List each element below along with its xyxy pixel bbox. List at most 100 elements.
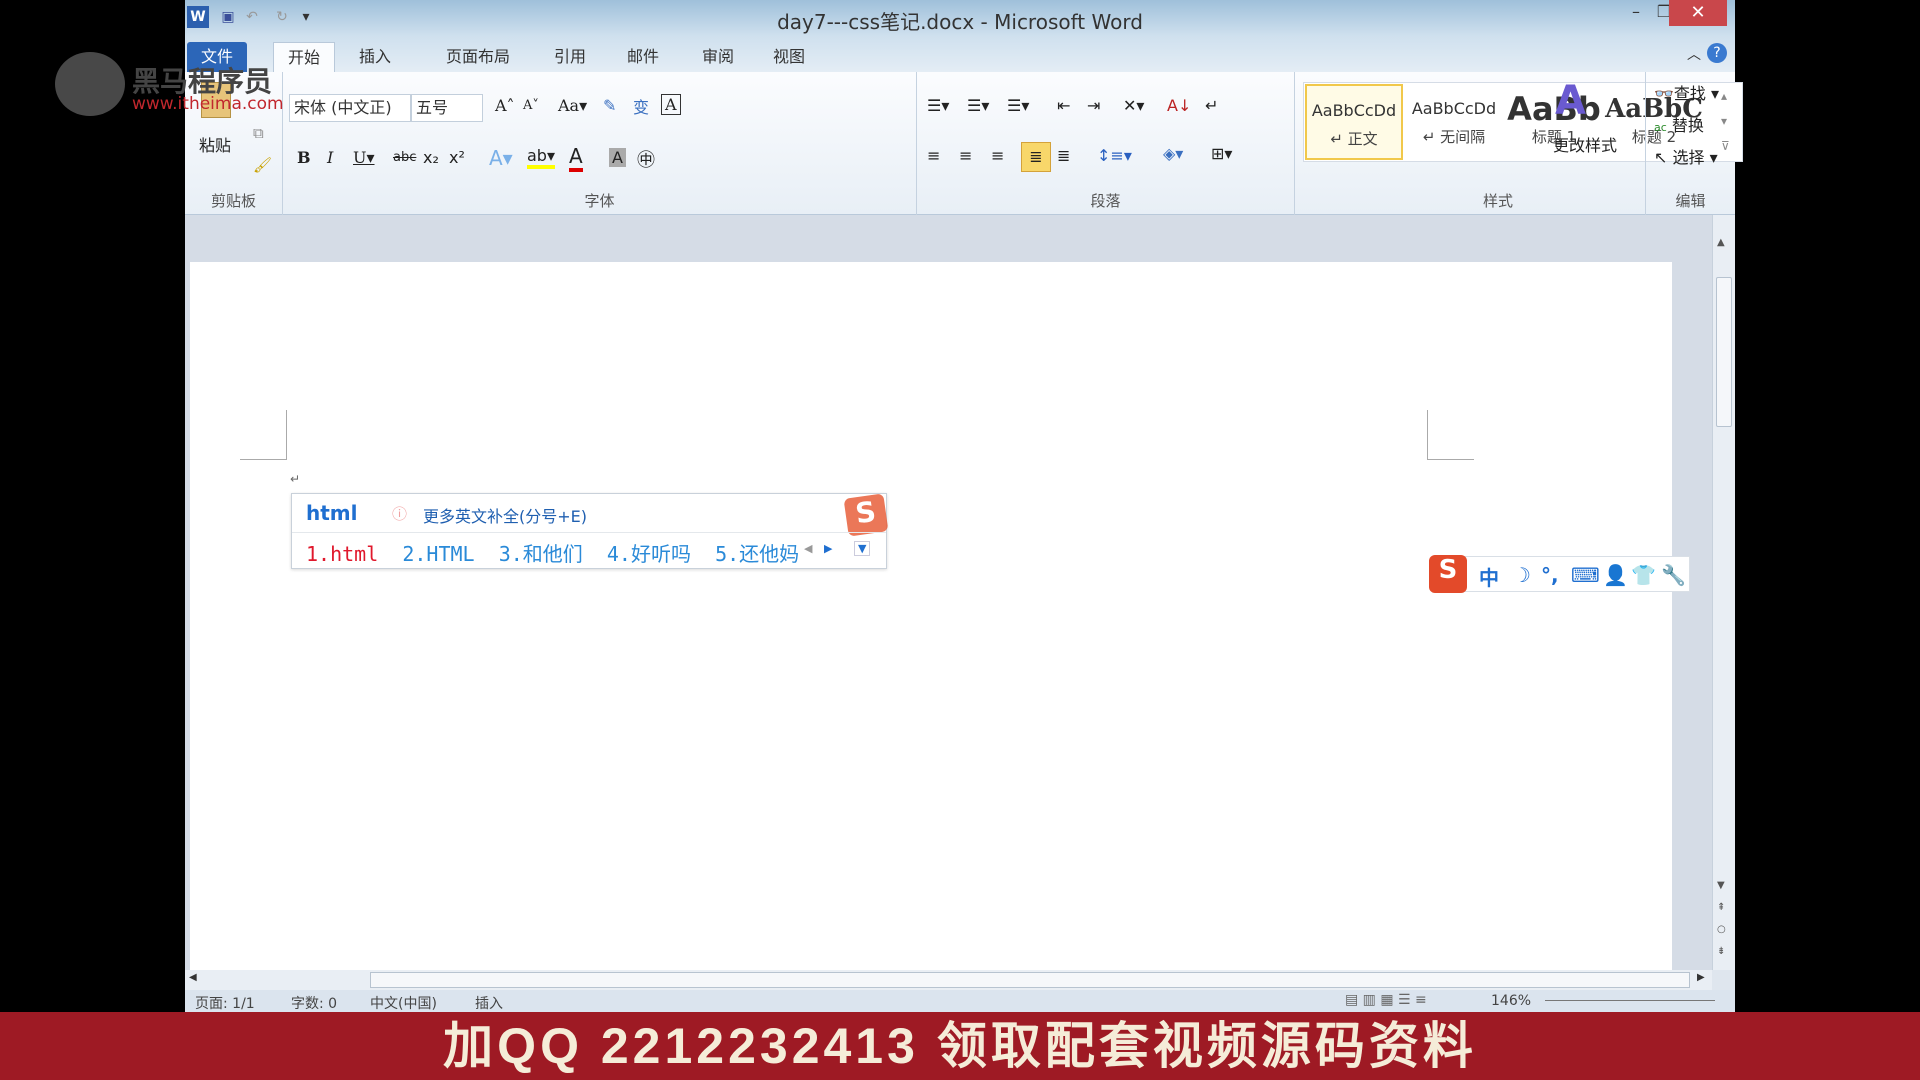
change-styles-button[interactable]: 更改样式 (1553, 132, 1617, 156)
document-page[interactable]: ↵ (190, 262, 1672, 982)
keyboard-icon[interactable]: ⌨ (1571, 563, 1600, 587)
show-marks-icon[interactable]: ↵ (1205, 96, 1218, 115)
settings-wrench-icon[interactable]: 🔧 (1661, 563, 1686, 587)
browse-nav-icons[interactable]: ▼ ⇞ ○ ⇟ (1717, 875, 1726, 963)
align-left-icon[interactable]: ≡ (927, 146, 940, 165)
scroll-left-icon[interactable]: ◀ (189, 972, 197, 983)
tab-references[interactable]: 引用 (540, 42, 600, 72)
grow-font-icon[interactable]: A˄ (495, 96, 515, 115)
tab-view[interactable]: 视图 (759, 42, 819, 72)
shading-icon[interactable]: ◈▾ (1163, 144, 1183, 163)
text-effects-icon[interactable]: A▾ (489, 146, 513, 170)
align-center-icon[interactable]: ≡ (959, 146, 972, 165)
cursor-icon: ↖ (1654, 148, 1668, 167)
half-width-moon-icon[interactable]: ☽ (1513, 563, 1531, 587)
zoom-slider[interactable] (1545, 1000, 1715, 1001)
format-painter-icon[interactable]: 🖌 (253, 156, 272, 174)
user-icon[interactable]: 👤 (1603, 563, 1628, 587)
highlight-icon[interactable]: ab▾ (527, 146, 555, 169)
horizontal-scrollbar[interactable]: ◀ ▶ (185, 970, 1712, 990)
insert-mode[interactable]: 插入 (475, 993, 503, 1013)
find-button[interactable]: 👓查找 ▾ (1654, 80, 1719, 104)
scroll-up-icon[interactable]: ▲ (1717, 237, 1725, 248)
expand-candidates-icon[interactable]: ▼ (854, 541, 871, 556)
style-preview: AaBbCcDd (1411, 99, 1497, 118)
italic-icon[interactable]: I (327, 148, 333, 167)
view-buttons-icon[interactable]: ▤ ▥ ▦ ☰ ≡ (1345, 992, 1427, 1008)
clear-format-icon[interactable]: ✎ (603, 96, 616, 115)
decrease-indent-icon[interactable]: ⇤ (1057, 96, 1070, 115)
font-size-select[interactable]: 五号 (411, 94, 483, 122)
binoculars-icon: 👓 (1654, 84, 1674, 103)
style-name: ↵ 无间隔 (1422, 128, 1486, 146)
tab-insert[interactable]: 插入 (345, 42, 405, 72)
change-styles-icon[interactable]: A (1555, 78, 1586, 124)
candidate-2[interactable]: 2.HTML (402, 542, 474, 566)
help-icon[interactable]: ? (1707, 43, 1727, 63)
close-button[interactable]: ✕ (1669, 0, 1727, 26)
line-spacing-icon[interactable]: ↕≡▾ (1097, 146, 1132, 165)
candidate-3[interactable]: 3.和他们 (499, 542, 583, 566)
margin-mark-right (1427, 410, 1474, 460)
bold-icon[interactable]: B (297, 148, 311, 167)
align-right-icon[interactable]: ≡ (991, 146, 1004, 165)
word-count[interactable]: 字数: 0 (291, 993, 337, 1013)
vertical-scroll-thumb[interactable] (1716, 277, 1732, 427)
ime-toolbar: S 中 ☽ °, ⌨ 👤 👕 🔧 (1429, 555, 1690, 593)
skin-shirt-icon[interactable]: 👕 (1631, 563, 1656, 587)
bullets-icon[interactable]: ☰▾ (927, 96, 949, 115)
language[interactable]: 中文(中国) (370, 993, 437, 1013)
numbering-icon[interactable]: ☰▾ (967, 96, 989, 115)
zoom-level[interactable]: 146% (1491, 993, 1531, 1009)
ime-mode-toggle[interactable]: 中 (1479, 562, 1499, 591)
change-case-icon[interactable]: Aa▾ (558, 96, 587, 115)
enclose-characters-icon[interactable]: ㊥ (637, 146, 655, 172)
underline-icon[interactable]: U▾ (353, 148, 375, 167)
character-shading-icon[interactable]: A (609, 148, 626, 167)
tab-mailings[interactable]: 邮件 (613, 42, 673, 72)
tab-home[interactable]: 开始 (273, 42, 336, 72)
tab-review[interactable]: 审阅 (688, 42, 748, 72)
candidate-5[interactable]: 5.还他妈 (715, 542, 799, 566)
candidate-1[interactable]: 1.html (306, 542, 378, 566)
style-preview: AaBbCcDd (1311, 101, 1397, 120)
font-name-select[interactable]: 宋体 (中文正) (289, 94, 411, 122)
vertical-scrollbar[interactable]: ▲ ▼ ⇞ ○ ⇟ (1712, 215, 1735, 970)
character-border-icon[interactable]: A (661, 94, 681, 115)
select-button[interactable]: ↖ 选择 ▾ (1654, 144, 1718, 168)
prev-page-icon[interactable]: ◀ (804, 542, 812, 555)
copy-icon[interactable]: ⧉ (253, 124, 264, 142)
document-area: ↵ (185, 215, 1712, 982)
candidate-4[interactable]: 4.好听吗 (607, 542, 691, 566)
subscript-icon[interactable]: x₂ (423, 148, 439, 167)
styles-label: 样式 (1482, 192, 1513, 210)
sogou-logo-icon[interactable]: S (1429, 555, 1467, 593)
increase-indent-icon[interactable]: ⇥ (1087, 96, 1100, 115)
justify-icon[interactable]: ≣ (1021, 142, 1051, 172)
replace-button[interactable]: ac 替换 (1654, 112, 1704, 136)
style-no-spacing[interactable]: AaBbCcDd ↵ 无间隔 (1405, 84, 1503, 160)
style-preview: AaBb (1507, 90, 1601, 128)
minimize-ribbon-icon[interactable]: ︿ (1687, 44, 1701, 64)
strikethrough-icon[interactable]: abc (393, 150, 416, 165)
punctuation-icon[interactable]: °, (1541, 563, 1559, 587)
chinese-layout-icon[interactable]: ✕▾ (1123, 96, 1144, 115)
superscript-icon[interactable]: x² (449, 148, 465, 167)
phonetic-guide-icon[interactable]: 变 (633, 94, 649, 118)
page-count[interactable]: 页面: 1/1 (195, 993, 255, 1013)
shrink-font-icon[interactable]: A˅ (523, 98, 539, 113)
ime-hint-link[interactable]: 更多英文补全(分号+E) (423, 503, 587, 527)
scroll-right-icon[interactable]: ▶ (1697, 972, 1705, 983)
minimize-button[interactable]: – (1621, 2, 1651, 26)
tab-page-layout[interactable]: 页面布局 (432, 42, 524, 72)
distributed-icon[interactable]: ≣ (1057, 146, 1070, 165)
info-icon: ⓘ (392, 505, 408, 523)
sort-icon[interactable]: A↓ (1167, 96, 1191, 115)
style-normal[interactable]: AaBbCcDd ↵ 正文 (1305, 84, 1403, 160)
paste-button[interactable]: 粘贴 (199, 132, 231, 156)
font-color-icon[interactable]: A (569, 144, 583, 172)
borders-icon[interactable]: ⊞▾ (1211, 144, 1232, 163)
next-page-icon[interactable]: ▶ (824, 542, 832, 555)
multilevel-list-icon[interactable]: ☰▾ (1007, 96, 1029, 115)
horizontal-scroll-thumb[interactable] (370, 972, 1690, 988)
